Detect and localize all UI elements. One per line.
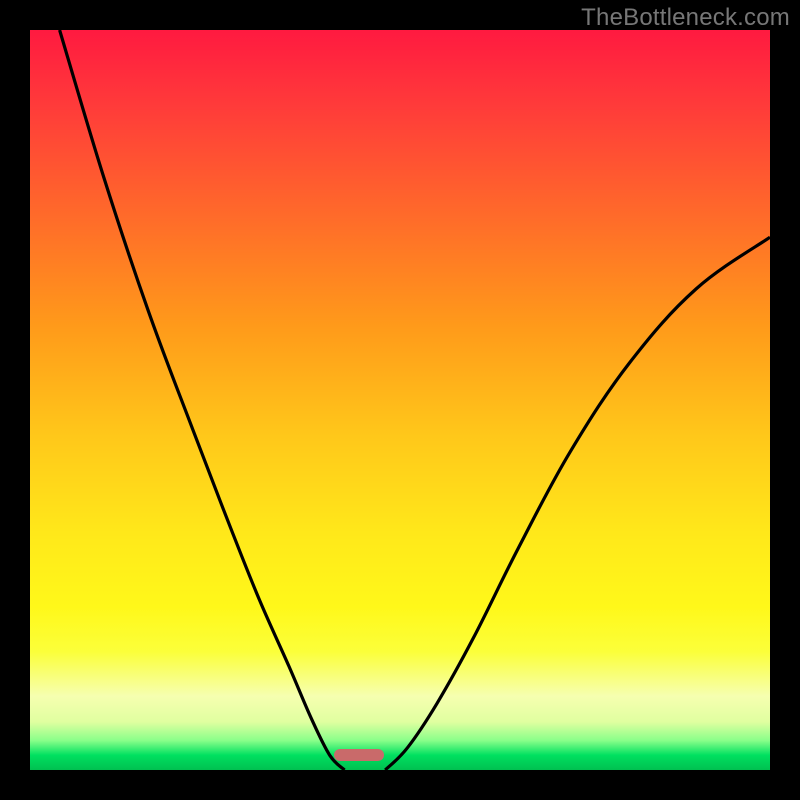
plot-area	[30, 30, 770, 770]
curves-layer	[30, 30, 770, 770]
chart-frame: TheBottleneck.com	[0, 0, 800, 800]
left-curve	[60, 30, 345, 770]
watermark-text: TheBottleneck.com	[581, 4, 790, 32]
right-curve	[385, 237, 770, 770]
bottleneck-marker	[334, 749, 384, 761]
